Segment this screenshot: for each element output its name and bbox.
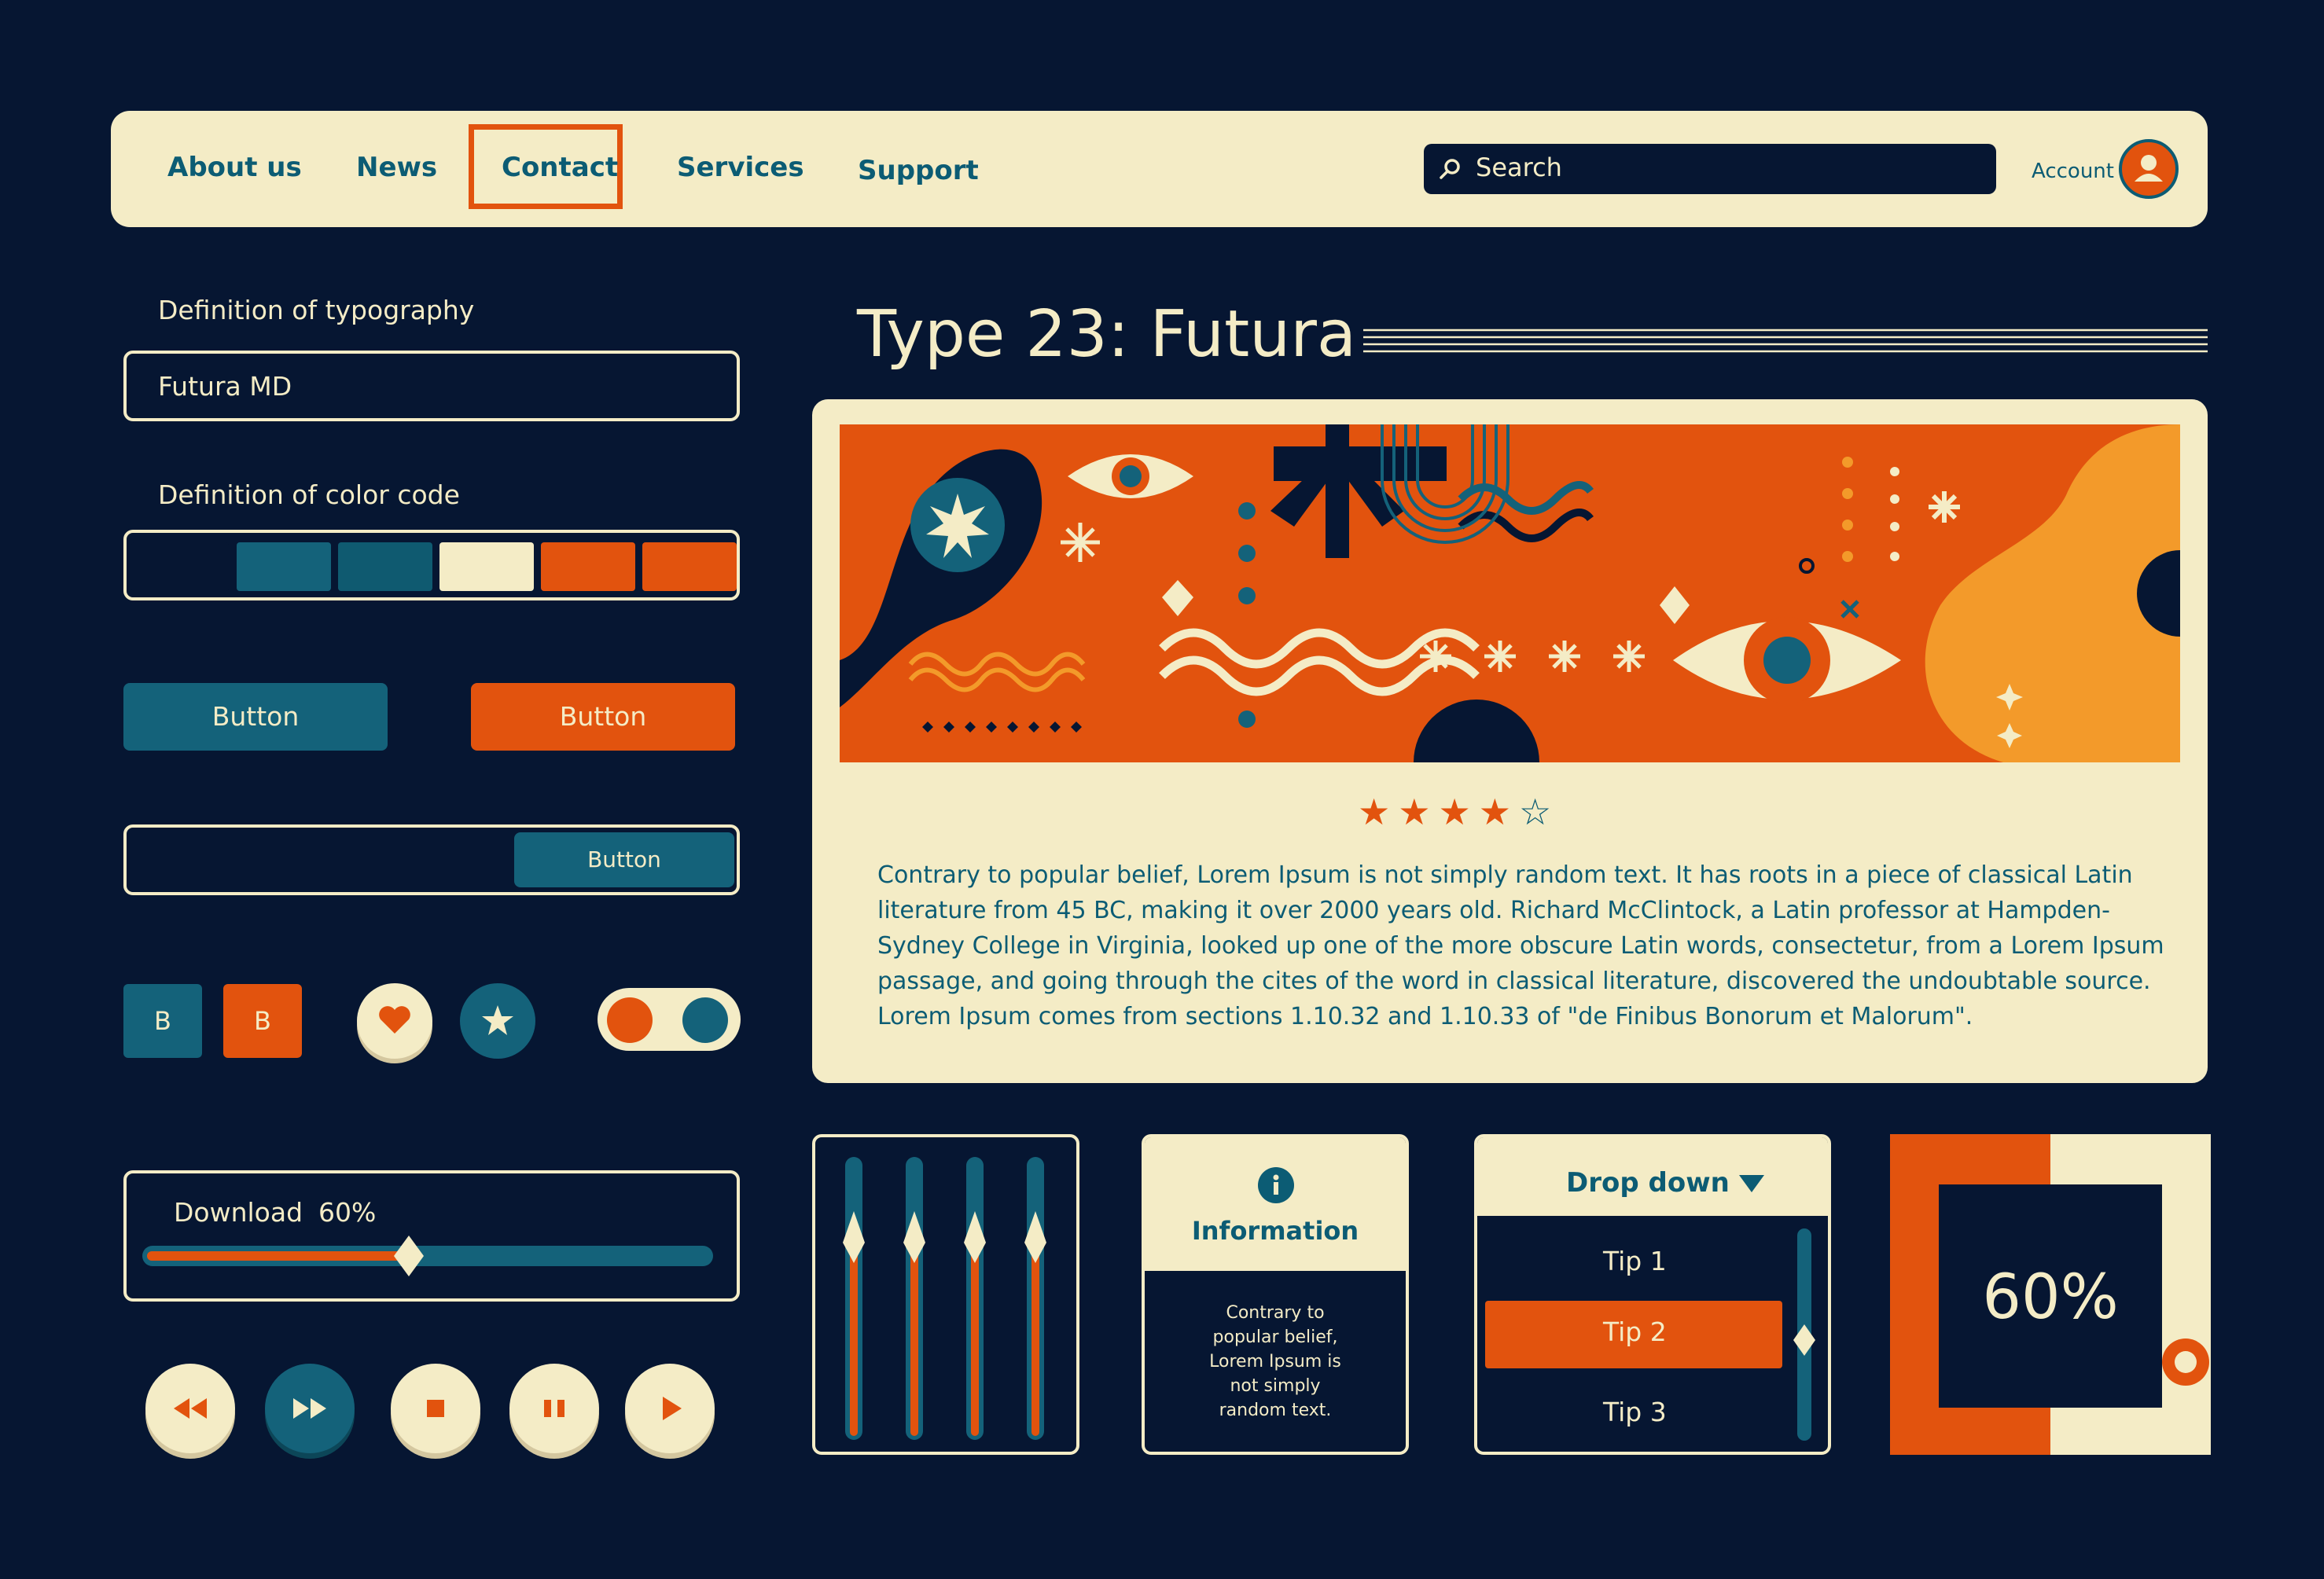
- avatar[interactable]: [2119, 139, 2179, 199]
- play-icon: [663, 1397, 682, 1420]
- dropdown-option-3[interactable]: Tip 3: [1603, 1397, 1667, 1427]
- information-title: Information: [1191, 1216, 1359, 1246]
- nav-about-us[interactable]: About us: [167, 152, 302, 183]
- rating-star-2[interactable]: ★: [1398, 791, 1438, 833]
- dropdown-option-2: Tip 2: [1603, 1316, 1667, 1347]
- download-fill: [147, 1251, 406, 1261]
- percent-value: 60%: [1982, 1262, 2119, 1333]
- caret-down-icon: [1739, 1175, 1764, 1192]
- toggle-switch[interactable]: [598, 988, 741, 1051]
- swatch-orange-2[interactable]: [642, 542, 737, 591]
- inline-button-bar: Button: [123, 824, 740, 895]
- percent-widget: 60%: [1890, 1134, 2211, 1455]
- information-card: Information Contrary to popular belief, …: [1142, 1134, 1409, 1455]
- swatch-teal[interactable]: [237, 542, 331, 591]
- like-button[interactable]: [357, 983, 432, 1059]
- typography-label: Definition of typography: [158, 295, 475, 325]
- dropdown-header[interactable]: Drop down: [1477, 1137, 1828, 1216]
- swatch-dark-teal[interactable]: [338, 542, 432, 591]
- button-orange[interactable]: Button: [471, 683, 735, 751]
- color-palette: [123, 530, 740, 600]
- rating-star-4[interactable]: ★: [1479, 791, 1519, 833]
- top-nav: About us News Contact Services Support S…: [111, 111, 2208, 227]
- information-body: Contrary to popular belief, Lorem Ipsum …: [1209, 1303, 1341, 1420]
- dropdown-option-2-selected[interactable]: Tip 2: [1485, 1301, 1782, 1368]
- favorite-button[interactable]: [460, 983, 535, 1059]
- account-label[interactable]: Account: [2032, 160, 2114, 183]
- download-track: [142, 1236, 713, 1276]
- button-teal[interactable]: Button: [123, 683, 388, 751]
- search-icon: [1440, 159, 1460, 179]
- info-icon: [1258, 1167, 1294, 1203]
- user-icon: [2135, 155, 2163, 182]
- content-card: ★★★★☆ Contrary to popular belief, Lorem …: [812, 399, 2208, 1083]
- typography-field[interactable]: Futura MD: [123, 351, 740, 421]
- search-input[interactable]: Search: [1424, 144, 1996, 194]
- rewind-icon: [174, 1398, 207, 1419]
- square-button-orange[interactable]: B: [223, 984, 302, 1058]
- star-icon: [482, 1005, 513, 1035]
- download-thumb[interactable]: [393, 1236, 424, 1276]
- equalizer-sliders: [812, 1134, 1079, 1455]
- body-paragraph: Contrary to popular belief, Lorem Ipsum …: [877, 861, 2164, 1030]
- square-button-teal[interactable]: B: [123, 984, 202, 1058]
- hero-illustration: [840, 424, 2180, 762]
- rating-star-5[interactable]: ☆: [1519, 791, 1559, 833]
- typography-value: Futura MD: [158, 371, 292, 402]
- rating-star-1[interactable]: ★: [1358, 791, 1398, 833]
- swatch-cream[interactable]: [439, 542, 534, 591]
- toggle-knob-teal: [682, 997, 728, 1043]
- nav-support[interactable]: Support: [858, 155, 979, 186]
- download-label: Download: [174, 1197, 303, 1228]
- download-percent: 60%: [318, 1197, 377, 1228]
- nav-services[interactable]: Services: [677, 152, 804, 183]
- dropdown-menu: Drop down Tip 1 Tip 2 Tip 3: [1474, 1134, 1831, 1455]
- dropdown-scroll-thumb[interactable]: [1793, 1324, 1815, 1356]
- inline-button[interactable]: Button: [514, 832, 734, 887]
- stop-icon: [427, 1400, 444, 1417]
- nav-contact[interactable]: Contact: [502, 152, 618, 183]
- dropdown-label: Drop down: [1566, 1167, 1730, 1199]
- rating-stars[interactable]: ★★★★☆: [1358, 791, 1559, 833]
- rating-star-3[interactable]: ★: [1439, 791, 1479, 833]
- play-button[interactable]: [625, 1364, 715, 1453]
- percent-widget-knob[interactable]: [2162, 1338, 2209, 1386]
- dropdown-scrollbar[interactable]: [1793, 1228, 1815, 1441]
- swatch-orange[interactable]: [541, 542, 635, 591]
- pause-icon: [544, 1400, 564, 1417]
- title-decoration-lines: [1363, 329, 2208, 353]
- heart-icon: [379, 1006, 410, 1034]
- stop-button[interactable]: [391, 1364, 480, 1453]
- rewind-button[interactable]: [145, 1364, 235, 1453]
- pause-button[interactable]: [509, 1364, 599, 1453]
- information-header: Information: [1145, 1137, 1406, 1271]
- fast-forward-icon: [293, 1398, 326, 1419]
- swatch-navy[interactable]: [131, 542, 229, 591]
- nav-news[interactable]: News: [356, 152, 437, 183]
- fast-forward-button[interactable]: [265, 1364, 355, 1453]
- page-title: Type 23: Futura: [857, 297, 1357, 372]
- dropdown-option-1[interactable]: Tip 1: [1603, 1246, 1667, 1276]
- color-code-label: Definition of color code: [158, 479, 460, 510]
- toggle-knob-orange: [607, 997, 653, 1043]
- download-panel: Download 60%: [123, 1170, 740, 1302]
- search-placeholder: Search: [1476, 152, 1562, 182]
